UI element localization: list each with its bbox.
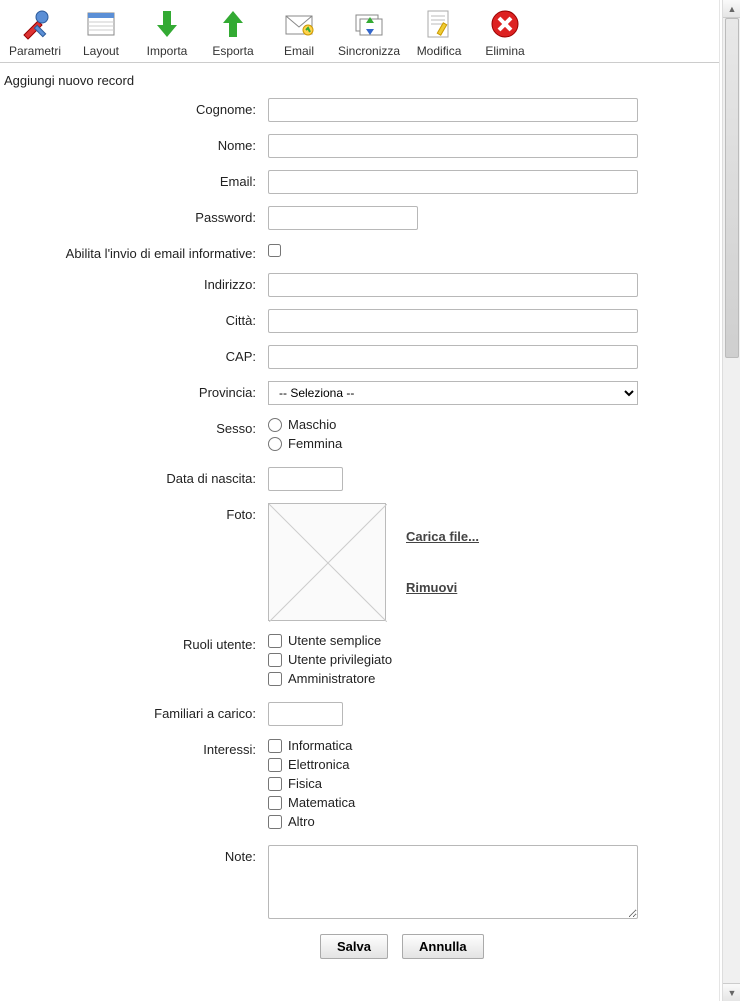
password-label: Password: bbox=[0, 206, 262, 225]
toolbar-esporta[interactable]: Esporta bbox=[204, 4, 262, 60]
sesso-maschio-radio[interactable] bbox=[268, 418, 282, 432]
interesse-matematica-label: Matematica bbox=[288, 795, 355, 810]
vertical-scrollbar[interactable]: ▲ ▼ bbox=[722, 0, 740, 1001]
interessi-label: Interessi: bbox=[0, 738, 262, 757]
interesse-altro-checkbox[interactable] bbox=[268, 815, 282, 829]
indirizzo-label: Indirizzo: bbox=[0, 273, 262, 292]
scroll-down-icon[interactable]: ▼ bbox=[723, 983, 740, 1001]
toolbar-importa[interactable]: Importa bbox=[138, 4, 196, 60]
sesso-femmina-radio[interactable] bbox=[268, 437, 282, 451]
toolbar-email[interactable]: Email bbox=[270, 4, 328, 60]
upload-file-link[interactable]: Carica file... bbox=[406, 529, 479, 544]
indirizzo-input[interactable] bbox=[268, 273, 638, 297]
scroll-up-icon[interactable]: ▲ bbox=[723, 0, 740, 18]
save-button[interactable]: Salva bbox=[320, 934, 388, 959]
arrow-up-icon bbox=[215, 6, 251, 42]
interesse-elettronica-checkbox[interactable] bbox=[268, 758, 282, 772]
photo-placeholder bbox=[268, 503, 386, 621]
remove-file-link[interactable]: Rimuovi bbox=[406, 580, 479, 595]
familiari-label: Familiari a carico: bbox=[0, 702, 262, 721]
nome-label: Nome: bbox=[0, 134, 262, 153]
scrollbar-thumb[interactable] bbox=[725, 18, 739, 358]
interesse-informatica-checkbox[interactable] bbox=[268, 739, 282, 753]
cancel-button[interactable]: Annulla bbox=[402, 934, 484, 959]
password-input[interactable] bbox=[268, 206, 418, 230]
cognome-label: Cognome: bbox=[0, 98, 262, 117]
cognome-input[interactable] bbox=[268, 98, 638, 122]
interesse-altro-label: Altro bbox=[288, 814, 315, 829]
interesse-informatica-label: Informatica bbox=[288, 738, 352, 753]
sync-icon bbox=[351, 6, 387, 42]
email-label: Email: bbox=[0, 170, 262, 189]
note-textarea[interactable] bbox=[268, 845, 638, 919]
cap-label: CAP: bbox=[0, 345, 262, 364]
email-info-label: Abilita l'invio di email informative: bbox=[0, 242, 262, 261]
toolbar-sincronizza[interactable]: Sincronizza bbox=[336, 4, 402, 60]
nome-input[interactable] bbox=[268, 134, 638, 158]
toolbar-parametri[interactable]: Parametri bbox=[6, 4, 64, 60]
toolbar-elimina[interactable]: Elimina bbox=[476, 4, 534, 60]
data-nascita-label: Data di nascita: bbox=[0, 467, 262, 486]
ruolo-semplice-checkbox[interactable] bbox=[268, 634, 282, 648]
ruolo-privilegiato-checkbox[interactable] bbox=[268, 653, 282, 667]
sesso-maschio-label: Maschio bbox=[288, 417, 336, 432]
layout-icon bbox=[83, 6, 119, 42]
note-label: Note: bbox=[0, 845, 262, 864]
sesso-femmina-label: Femmina bbox=[288, 436, 342, 451]
provincia-label: Provincia: bbox=[0, 381, 262, 400]
ruolo-admin-checkbox[interactable] bbox=[268, 672, 282, 686]
ruolo-admin-label: Amministratore bbox=[288, 671, 375, 686]
envelope-icon bbox=[281, 6, 317, 42]
page-title: Aggiungi nuovo record bbox=[0, 63, 719, 94]
toolbar-layout[interactable]: Layout bbox=[72, 4, 130, 60]
edit-page-icon bbox=[421, 6, 457, 42]
ruolo-semplice-label: Utente semplice bbox=[288, 633, 381, 648]
familiari-input[interactable] bbox=[268, 702, 343, 726]
interesse-fisica-label: Fisica bbox=[288, 776, 322, 791]
email-info-checkbox[interactable] bbox=[268, 244, 281, 257]
record-form: Cognome: Nome: Email: Password: Abilita … bbox=[0, 94, 719, 959]
foto-label: Foto: bbox=[0, 503, 262, 522]
data-nascita-input[interactable] bbox=[268, 467, 343, 491]
citta-input[interactable] bbox=[268, 309, 638, 333]
arrow-down-icon bbox=[149, 6, 185, 42]
citta-label: Città: bbox=[0, 309, 262, 328]
toolbar: Parametri Layout Importa bbox=[0, 0, 719, 63]
email-input[interactable] bbox=[268, 170, 638, 194]
cap-input[interactable] bbox=[268, 345, 638, 369]
ruolo-privilegiato-label: Utente privilegiato bbox=[288, 652, 392, 667]
wrench-screwdriver-icon bbox=[17, 6, 53, 42]
interesse-fisica-checkbox[interactable] bbox=[268, 777, 282, 791]
delete-icon bbox=[487, 6, 523, 42]
interesse-elettronica-label: Elettronica bbox=[288, 757, 349, 772]
provincia-select[interactable]: -- Seleziona -- bbox=[268, 381, 638, 405]
interesse-matematica-checkbox[interactable] bbox=[268, 796, 282, 810]
ruoli-label: Ruoli utente: bbox=[0, 633, 262, 652]
toolbar-modifica[interactable]: Modifica bbox=[410, 4, 468, 60]
sesso-label: Sesso: bbox=[0, 417, 262, 436]
